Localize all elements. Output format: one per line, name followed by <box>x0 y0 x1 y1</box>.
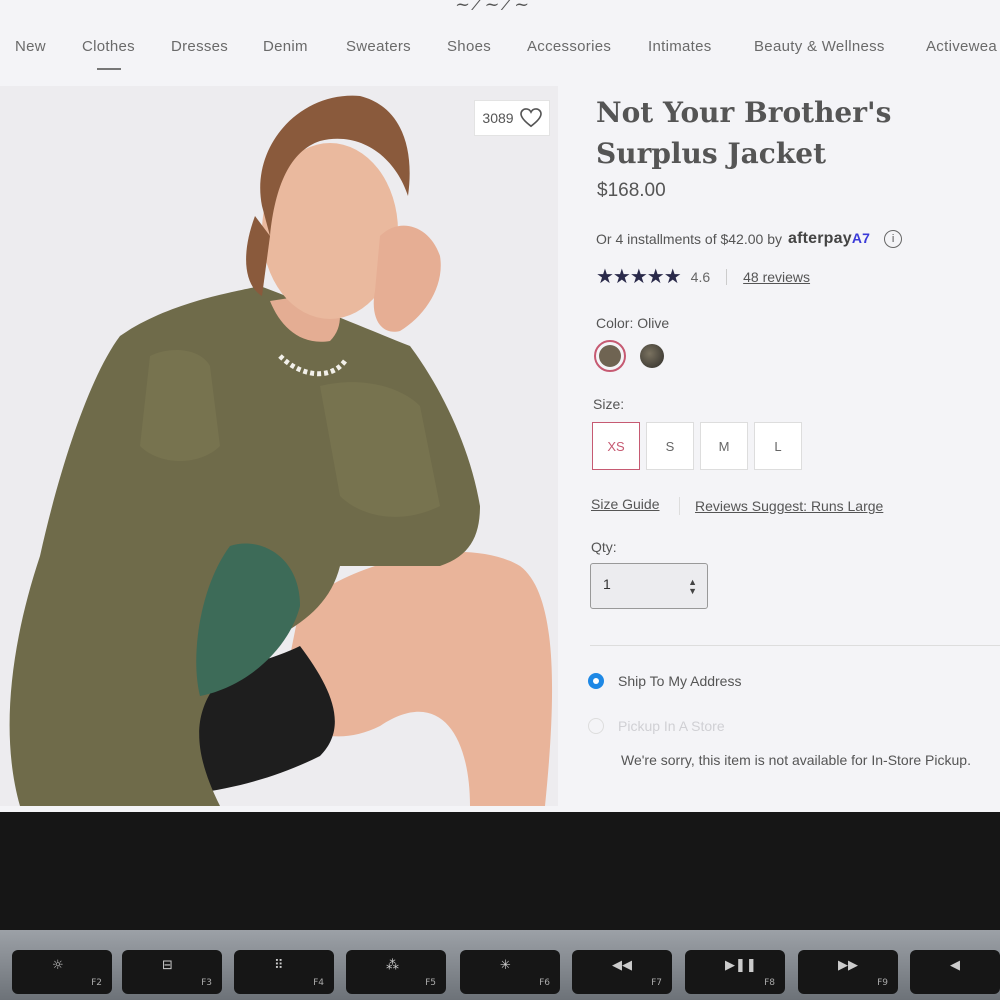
reviews-link[interactable]: 48 reviews <box>743 269 810 285</box>
pickup-unavailable-notice: We're sorry, this item is not available … <box>621 752 971 768</box>
browser-screen: ~ ⁄ ~ ⁄ ~ New Clothes Dresses Denim Swea… <box>0 0 1000 815</box>
product-image[interactable] <box>0 86 558 806</box>
afterpay-logo[interactable]: afterpayA7 <box>788 230 870 248</box>
site-logo[interactable]: ~ ⁄ ~ ⁄ ~ <box>0 0 1000 22</box>
size-option-s[interactable]: S <box>646 422 694 470</box>
key-rewind[interactable]: ◀◀ F7 <box>572 950 672 994</box>
nav-item-intimates[interactable]: Intimates <box>648 38 712 55</box>
color-swatch-olive[interactable] <box>594 340 626 372</box>
qty-label: Qty: <box>591 539 617 555</box>
size-option-xs[interactable]: XS <box>592 422 640 470</box>
mute-icon: ◀ <box>950 958 960 973</box>
afterpay-mark: A7 <box>851 230 871 246</box>
quantity-value: 1 <box>603 576 611 592</box>
rating-value: 4.6 <box>690 268 711 285</box>
installments-text: Or 4 installments of $42.00 by <box>596 231 782 247</box>
model-photo <box>0 86 558 806</box>
section-divider <box>590 645 1000 646</box>
size-guide-link[interactable]: Size Guide <box>591 496 659 512</box>
laptop-bezel <box>0 812 1000 937</box>
ship-to-address-radio[interactable] <box>588 673 604 689</box>
color-swatch-2[interactable] <box>640 344 664 368</box>
product-price: $168.00 <box>597 180 666 201</box>
rating-divider <box>726 268 728 285</box>
fast-forward-icon: ▶▶ <box>838 958 858 973</box>
nav-item-dresses[interactable]: Dresses <box>171 38 228 55</box>
key-brightness-up[interactable]: ☼ F2 <box>12 950 112 994</box>
nav-item-sweaters[interactable]: Sweaters <box>346 38 411 55</box>
active-nav-indicator <box>97 68 121 70</box>
keyboard-light-down-icon: ⁂ <box>386 958 399 973</box>
key-play-pause[interactable]: ▶❚❚ F8 <box>685 950 785 994</box>
key-launchpad[interactable]: ⠿ F4 <box>234 950 334 994</box>
keyboard-light-up-icon: ✳ <box>500 958 511 973</box>
nav-item-denim[interactable]: Denim <box>263 38 308 55</box>
star-rating-icon: ★★★★★ <box>596 266 682 288</box>
link-divider <box>679 497 680 515</box>
brightness-up-icon: ☼ <box>52 958 64 973</box>
ship-to-address-label[interactable]: Ship To My Address <box>618 673 741 689</box>
size-option-m[interactable]: M <box>700 422 748 470</box>
nav-item-new[interactable]: New <box>15 38 46 55</box>
key-keyboard-light-down[interactable]: ⁂ F5 <box>346 950 446 994</box>
heart-icon <box>519 108 542 128</box>
mission-control-icon: ⊟ <box>162 958 173 973</box>
quantity-select[interactable]: 1 ▲ ▼ <box>590 563 708 609</box>
pickup-in-store-label: Pickup In A Store <box>618 718 725 734</box>
key-mute[interactable]: ◀ <box>910 950 1000 994</box>
nav-item-activewear[interactable]: Activewea <box>926 38 997 55</box>
fit-suggestion-link[interactable]: Reviews Suggest: Runs Large <box>695 498 883 514</box>
select-arrows-icon: ▲ ▼ <box>688 577 697 596</box>
nav-item-beauty-wellness[interactable]: Beauty & Wellness <box>754 38 885 55</box>
afterpay-installments: Or 4 installments of $42.00 by afterpayA… <box>596 230 903 248</box>
play-pause-icon: ▶❚❚ <box>725 958 757 973</box>
category-nav: New Clothes Dresses Denim Sweaters Shoes… <box>0 36 1000 76</box>
size-option-l[interactable]: L <box>754 422 802 470</box>
rewind-icon: ◀◀ <box>612 958 632 973</box>
nav-item-accessories[interactable]: Accessories <box>527 38 611 55</box>
pickup-in-store-radio[interactable] <box>588 718 604 734</box>
key-keyboard-light-up[interactable]: ✳ F6 <box>460 950 560 994</box>
color-label: Color: Olive <box>596 315 670 331</box>
launchpad-icon: ⠿ <box>274 958 284 973</box>
product-title: Not Your Brother's Surplus Jacket <box>596 96 892 170</box>
key-fast-forward[interactable]: ▶▶ F9 <box>798 950 898 994</box>
nav-item-clothes[interactable]: Clothes <box>82 38 135 55</box>
wishlist-count: 3089 <box>482 110 514 126</box>
key-mission-control[interactable]: ⊟ F3 <box>122 950 222 994</box>
size-label: Size: <box>593 396 625 412</box>
wishlist-button[interactable]: 3089 <box>474 100 550 136</box>
nav-item-shoes[interactable]: Shoes <box>447 38 491 55</box>
product-rating: ★★★★★ 4.6 48 reviews <box>596 264 810 289</box>
info-icon[interactable]: i <box>884 230 903 248</box>
